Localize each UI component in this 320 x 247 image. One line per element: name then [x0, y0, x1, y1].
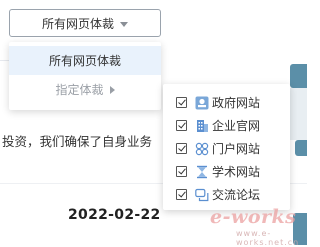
side-tab[interactable]	[290, 64, 307, 88]
result-snippet: 投资，我们确保了自身业务	[2, 134, 153, 149]
caret-right-icon	[109, 85, 115, 94]
menu-item-label: 指定体裁	[55, 83, 104, 97]
genre-filter-dropdown[interactable]: 所有网页体裁	[9, 9, 161, 37]
submenu-item-academic[interactable]: 学术网站	[163, 160, 290, 183]
watermark-brand: e-works	[210, 206, 297, 228]
menu-item-label: 所有网页体裁	[48, 54, 121, 68]
menu-item-specified-genre[interactable]: 指定体裁	[9, 75, 161, 104]
checkbox-checked[interactable]	[176, 189, 187, 200]
government-icon	[195, 96, 209, 109]
submenu-item-government[interactable]: 政府网站	[163, 91, 290, 114]
building-icon	[197, 119, 208, 132]
genre-filter-menu: 所有网页体裁 指定体裁	[9, 42, 161, 110]
checkbox-checked[interactable]	[176, 143, 187, 154]
caret-down-icon	[120, 21, 128, 27]
submenu-item-enterprise[interactable]: 企业官网	[163, 114, 290, 137]
watermark-logo: e-works www.e-works.net.cn	[206, 200, 302, 247]
side-panel	[290, 88, 307, 140]
hourglass-icon	[197, 165, 207, 178]
submenu-item-portal[interactable]: 门户网站	[163, 137, 290, 160]
genre-submenu: 政府网站 企业官网 门户网站 学术网站 交流论坛	[163, 84, 290, 210]
result-date: 2022-02-22	[68, 207, 161, 223]
genre-filter-value: 所有网页体裁	[41, 16, 114, 31]
submenu-item-label: 企业官网	[212, 119, 261, 133]
checkbox-checked[interactable]	[176, 166, 187, 177]
submenu-item-label: 门户网站	[212, 142, 261, 156]
submenu-item-label: 政府网站	[212, 96, 261, 110]
checkbox-checked[interactable]	[176, 120, 187, 131]
portal-icon	[195, 142, 209, 155]
menu-item-all-genres[interactable]: 所有网页体裁	[9, 46, 161, 75]
watermark-url: www.e-works.net.cn	[236, 229, 300, 247]
side-tab[interactable]	[295, 140, 307, 156]
checkbox-checked[interactable]	[176, 97, 187, 108]
submenu-item-label: 学术网站	[212, 165, 261, 179]
